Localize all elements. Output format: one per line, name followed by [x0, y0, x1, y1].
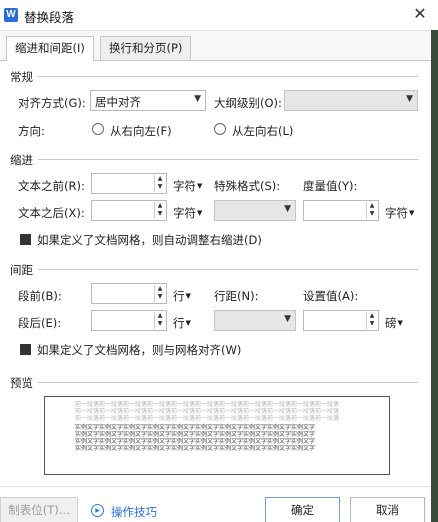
space-after-input[interactable]: ▲ ▼ — [91, 310, 167, 331]
preview-sample-line: 实例文字实例文字实例文字实例文字实例文字实例文字实例文字实例文字实例文字实例文字 — [75, 438, 316, 445]
space-after-unit[interactable]: 行▼ — [173, 315, 191, 331]
indent-after-label: 文本之后(X): — [18, 206, 85, 220]
spin-up-icon[interactable]: ▲ — [155, 202, 165, 210]
indent-before-unit-text: 字符 — [173, 179, 196, 193]
close-icon[interactable]: ✕ — [412, 6, 428, 22]
preview-sample-line: 实例文字实例文字实例文字实例文字实例文字实例文字实例文字实例文字实例文字实例文字 — [75, 424, 316, 431]
indent-grid-label: 如果定义了文档网格，则自动调整右缩进(D) — [37, 233, 262, 247]
ok-button[interactable]: 确定 — [265, 497, 340, 522]
caret-down-icon: ▼ — [409, 209, 415, 217]
spin-buttons: ▲ ▼ — [154, 285, 165, 302]
indent-after-unit-text: 字符 — [173, 206, 196, 220]
spin-down-icon[interactable]: ▼ — [367, 320, 377, 328]
direction-label: 方向: — [18, 124, 45, 138]
measure-input[interactable]: ▲ ▼ — [303, 200, 379, 221]
chevron-down-icon: ▼ — [284, 314, 291, 324]
indent-grid-checkbox[interactable] — [20, 234, 31, 245]
space-after-label: 段后(E): — [18, 316, 62, 330]
general-divider — [38, 76, 418, 77]
spacing-section-title: 间距 — [10, 263, 33, 277]
spin-buttons: ▲ ▼ — [154, 175, 165, 192]
special-format-label: 特殊格式(S): — [214, 179, 281, 193]
dialog-title: 替换段落 — [24, 10, 75, 25]
preview-sample-line: 实例文字实例文字实例文字实例文字实例文字实例文字实例文字实例文字实例文字实例文字 — [75, 445, 316, 452]
space-before-unit-text: 行 — [173, 289, 185, 303]
space-after-unit-text: 行 — [173, 316, 185, 330]
preview-section-title: 预览 — [10, 376, 33, 390]
spin-up-icon[interactable]: ▲ — [367, 312, 377, 320]
cancel-button[interactable]: 取消 — [350, 497, 425, 522]
spin-buttons: ▲ ▼ — [154, 202, 165, 219]
indent-before-input[interactable]: ▲ ▼ — [91, 173, 167, 194]
tips-link[interactable]: 操作技巧 — [111, 504, 157, 520]
chevron-down-icon: ▼ — [284, 204, 291, 214]
measure-unit[interactable]: 字符▼ — [385, 205, 414, 221]
spin-down-icon[interactable]: ▼ — [155, 320, 165, 328]
preview-prev-line: 前一段落前一段落前一段落前一段落前一段落前一段落前一段落前一段落前一段落前一段落… — [75, 401, 340, 408]
caret-down-icon: ▼ — [185, 319, 191, 327]
alignment-select[interactable]: 居中对齐 ▼ — [90, 90, 206, 111]
spin-buttons: ▲ ▼ — [366, 202, 377, 219]
spin-down-icon[interactable]: ▼ — [155, 183, 165, 191]
preview-divider — [38, 382, 418, 383]
spin-down-icon[interactable]: ▼ — [367, 210, 377, 218]
spin-up-icon[interactable]: ▲ — [367, 202, 377, 210]
space-before-unit[interactable]: 行▼ — [173, 288, 191, 304]
background-window-edge — [431, 30, 438, 522]
caret-down-icon: ▼ — [397, 319, 403, 327]
ltr-radio[interactable] — [214, 123, 226, 135]
spin-up-icon[interactable]: ▲ — [155, 285, 165, 293]
rtl-radio[interactable] — [92, 123, 104, 135]
spin-buttons: ▲ ▼ — [366, 312, 377, 329]
indent-before-unit[interactable]: 字符▼ — [173, 178, 202, 194]
preview-prev-line: 前一段落前一段落前一段落前一段落前一段落前一段落前一段落前一段落前一段落前一段落… — [75, 408, 340, 415]
indent-after-unit[interactable]: 字符▼ — [173, 205, 202, 221]
title-bar: W 替换段落 ✕ — [0, 0, 438, 30]
tab-indent-spacing[interactable]: 缩进和间距(I) — [6, 36, 94, 61]
alignment-value: 居中对齐 — [95, 95, 141, 109]
measure-label: 度量值(Y): — [303, 179, 358, 193]
space-before-input[interactable]: ▲ ▼ — [91, 283, 167, 304]
chevron-down-icon: ▼ — [406, 94, 413, 104]
indent-after-input[interactable]: ▲ ▼ — [91, 200, 167, 221]
play-circle-icon[interactable]: ▶ — [91, 504, 104, 517]
measure-unit-text: 字符 — [385, 206, 408, 220]
spin-up-icon[interactable]: ▲ — [155, 312, 165, 320]
wps-writer-icon: W — [4, 8, 18, 22]
space-before-label: 段前(B): — [18, 289, 62, 303]
set-value-input[interactable]: ▲ ▼ — [303, 310, 379, 331]
spin-down-icon[interactable]: ▼ — [155, 210, 165, 218]
preview-sample-line: 实例文字实例文字实例文字实例文字实例文字实例文字实例文字实例文字实例文字实例文字 — [75, 431, 316, 438]
preview-box: 前一段落前一段落前一段落前一段落前一段落前一段落前一段落前一段落前一段落前一段落… — [44, 396, 390, 475]
spacing-grid-label: 如果定义了文档网格，则与网格对齐(W) — [37, 343, 242, 357]
outline-level-select[interactable]: ▼ — [284, 90, 418, 111]
special-format-select[interactable]: ▼ — [214, 200, 296, 221]
set-value-label: 设置值(A): — [303, 289, 359, 303]
spin-up-icon[interactable]: ▲ — [155, 175, 165, 183]
outline-level-label: 大纲级别(O): — [214, 96, 282, 110]
set-value-unit-text: 磅 — [385, 316, 397, 330]
alignment-label: 对齐方式(G): — [18, 96, 86, 110]
spin-buttons: ▲ ▼ — [154, 312, 165, 329]
tab-stops-button[interactable]: 制表位(T)... — [0, 497, 78, 522]
ltr-label: 从左向右(L) — [232, 124, 294, 138]
spin-down-icon[interactable]: ▼ — [155, 293, 165, 301]
chevron-down-icon: ▼ — [194, 94, 201, 104]
indent-divider — [38, 159, 418, 160]
spacing-grid-checkbox[interactable] — [20, 344, 31, 355]
caret-down-icon: ▼ — [197, 182, 203, 190]
caret-down-icon: ▼ — [185, 292, 191, 300]
general-section-title: 常规 — [10, 70, 33, 84]
preview-prev-line: 前一段落前一段落前一段落前一段落前一段落前一段落前一段落前一段落前一段落前一段落… — [75, 415, 340, 422]
line-spacing-select[interactable]: ▼ — [214, 310, 296, 331]
caret-down-icon: ▼ — [197, 209, 203, 217]
set-value-unit[interactable]: 磅▼ — [385, 315, 403, 331]
tab-line-page-breaks[interactable]: 换行和分页(P) — [100, 36, 192, 60]
indent-section-title: 缩进 — [10, 153, 33, 167]
line-spacing-label: 行距(N): — [214, 289, 259, 303]
spacing-divider — [38, 269, 418, 270]
rtl-label: 从右向左(F) — [110, 124, 172, 138]
indent-before-label: 文本之前(R): — [18, 179, 85, 193]
